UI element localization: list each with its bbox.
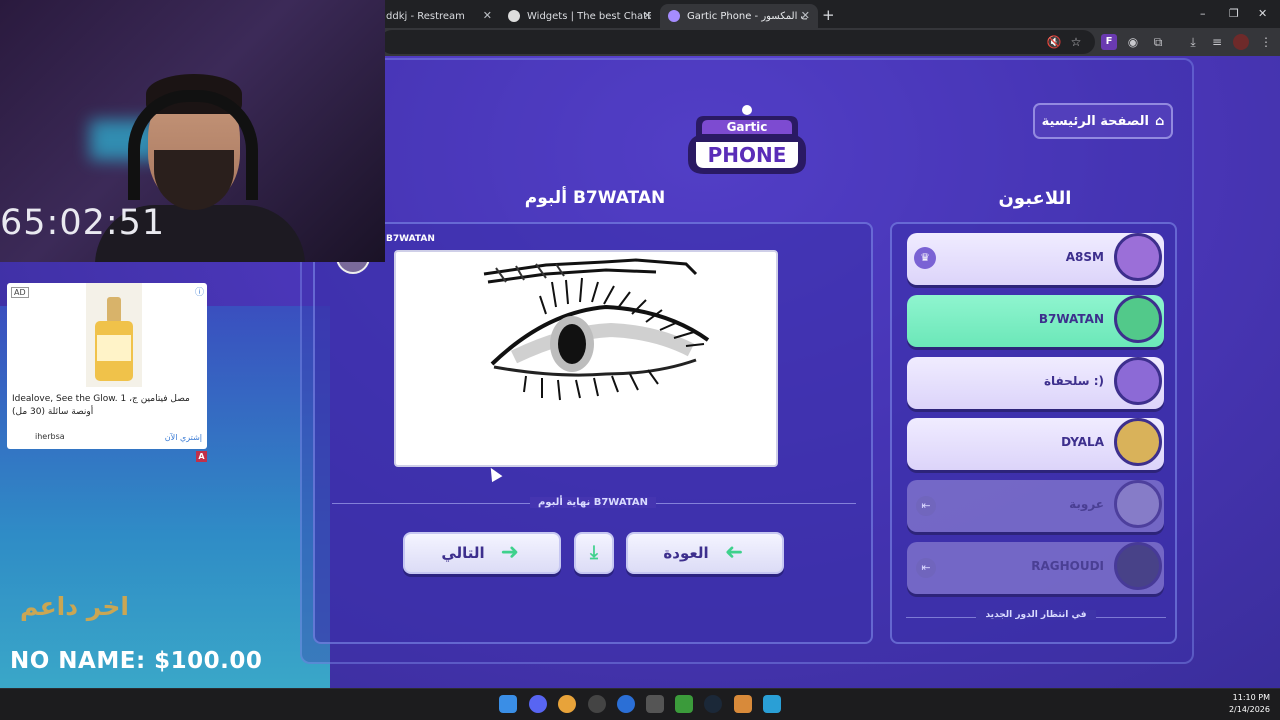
eye-drawing [483, 258, 710, 401]
player-avatar [1114, 542, 1162, 590]
player-avatar [1114, 357, 1162, 405]
player-item[interactable]: B7WATAN [907, 295, 1164, 347]
download-icon[interactable]: ⤓ [1185, 34, 1201, 50]
clock-time: 11:10 PM [1232, 693, 1270, 702]
tab-title: ddkj - Restream [386, 10, 465, 22]
player-name: عروبة [1069, 497, 1104, 511]
close-tab-icon[interactable]: ✕ [483, 9, 492, 22]
chrome-icon[interactable] [558, 695, 576, 713]
left-game-icon: ⇤ [916, 558, 936, 578]
gartic-site-icon [668, 10, 680, 22]
logo-bottom-text: PHONE [708, 143, 787, 167]
ad-cta[interactable]: إشتري الآن [165, 433, 202, 442]
bookmark-star-icon[interactable]: ☆ [1068, 34, 1084, 50]
crown-icon: ♛ [914, 247, 936, 269]
extension-f-icon[interactable]: F [1101, 34, 1117, 50]
widget-site-icon [508, 10, 520, 22]
headphones [128, 90, 258, 200]
player-item[interactable]: سلحفاة :) [907, 357, 1164, 409]
taskbar [0, 688, 1280, 720]
player-name: DYALA [1061, 435, 1104, 449]
tab-title: Gartic Phone - الهاتف المكسور [687, 10, 807, 22]
next-button[interactable]: التالي ➜ [403, 532, 561, 574]
menu-icon[interactable]: ⋮ [1258, 34, 1274, 50]
player-name: RAGHOUDI [1031, 559, 1104, 573]
left-game-icon: ⇤ [916, 496, 936, 516]
system-clock[interactable]: 11:10 PM 2/14/2026 [1224, 692, 1270, 716]
tab-title: Widgets | The best ChatBot and [527, 10, 651, 22]
address-bar[interactable] [380, 30, 1095, 54]
download-icon: ⤓ [590, 542, 598, 563]
tab-restream[interactable]: ddkj - Restream ✕ [378, 4, 500, 28]
media-icon[interactable]: ≡ [1209, 34, 1225, 50]
clock-date: 2/14/2026 [1228, 705, 1270, 714]
ad-source: iherbsa [35, 432, 65, 441]
home-icon: ⌂ [1155, 113, 1165, 129]
bottle-cap [107, 297, 121, 323]
players-title: اللاعبون [998, 188, 1072, 209]
discord-icon[interactable] [529, 695, 547, 713]
player-item[interactable]: ⇤ RAGHOUDI [907, 542, 1164, 594]
ad-badge: AD [11, 287, 29, 298]
waiting-label: في انتظار الدور الجديد [976, 610, 1096, 620]
close-window-icon[interactable]: ✕ [1258, 7, 1267, 20]
drawing-author: B7WATAN [386, 234, 435, 244]
player-avatar [1114, 295, 1162, 343]
stream-timer: 65:02:51 [0, 203, 166, 243]
next-label: التالي [441, 544, 485, 562]
ad-widget[interactable]: AD ⓘ Idealove, See the Glow. 1 مصل فيتام… [7, 283, 207, 449]
info-icon[interactable]: ⓘ [195, 285, 204, 298]
waiting-divider: في انتظار الدور الجديد [906, 610, 1166, 624]
bottle-label [97, 335, 131, 361]
tab-widgets[interactable]: Widgets | The best ChatBot and ✕ [500, 4, 660, 28]
player-name: سلحفاة :) [1043, 374, 1104, 388]
obs-icon[interactable] [588, 695, 606, 713]
start-icon[interactable] [499, 695, 517, 713]
close-tab-icon[interactable]: ✕ [801, 9, 810, 22]
ad-text: Idealove, See the Glow. 1 مصل فيتامين ج،… [12, 394, 190, 417]
player-item[interactable]: ⇤ عروبة [907, 480, 1164, 532]
home-button[interactable]: الصفحة الرئيسية ⌂ [1033, 103, 1173, 139]
arrow-left-icon: ➜ [724, 540, 743, 565]
logo-top-text: Gartic [727, 120, 768, 134]
puzzle-icon[interactable]: ⧉ [1150, 34, 1166, 50]
player-name: B7WATAN [1038, 312, 1104, 326]
extension-icon[interactable]: ◉ [1125, 34, 1141, 50]
profile-avatar[interactable] [1233, 34, 1249, 50]
edge-icon[interactable] [617, 695, 635, 713]
donor-amount: NO NAME: $100.00 [10, 648, 263, 674]
gartic-phone-logo: Gartic PHONE [688, 105, 806, 174]
album-title: ألبوم B7WATAN [524, 188, 666, 208]
player-item[interactable]: ♛ A8SM [907, 233, 1164, 285]
maximize-icon[interactable]: ❐ [1229, 7, 1239, 20]
ad-network-icon: A [196, 451, 207, 462]
mute-icon[interactable]: 🔇 [1046, 34, 1062, 50]
game-launcher-icon[interactable] [734, 695, 752, 713]
product-image [86, 283, 142, 387]
home-label: الصفحة الرئيسية [1041, 113, 1149, 129]
capture-icon[interactable] [646, 695, 664, 713]
webcam-overlay: 65:02:51 [0, 0, 385, 262]
back-button[interactable]: العودة ➜ [626, 532, 784, 574]
player-name: A8SM [1065, 250, 1104, 264]
player-avatar [1114, 233, 1162, 281]
steam-icon[interactable] [704, 695, 722, 713]
end-of-album-label: نهاية ألبوم B7WATAN [530, 497, 656, 508]
arrow-right-icon: ➜ [500, 540, 519, 565]
minecraft-icon[interactable] [675, 695, 693, 713]
close-tab-icon[interactable]: ✕ [643, 9, 652, 22]
screen: ddkj - Restream ✕ Widgets | The best Cha… [0, 0, 1280, 720]
player-item[interactable]: DYALA [907, 418, 1164, 470]
app-icon[interactable] [763, 695, 781, 713]
player-avatar [1114, 480, 1162, 528]
back-label: العودة [663, 544, 709, 562]
new-tab-button[interactable]: + [822, 6, 835, 24]
tab-gartic-phone[interactable]: Gartic Phone - الهاتف المكسور ✕ [660, 4, 818, 28]
donor-title: اخر داعم [20, 592, 129, 621]
minimize-icon[interactable]: – [1200, 7, 1206, 20]
download-album-button[interactable]: ⤓ [574, 532, 614, 574]
drawing-canvas [394, 250, 778, 467]
player-avatar [1114, 418, 1162, 466]
